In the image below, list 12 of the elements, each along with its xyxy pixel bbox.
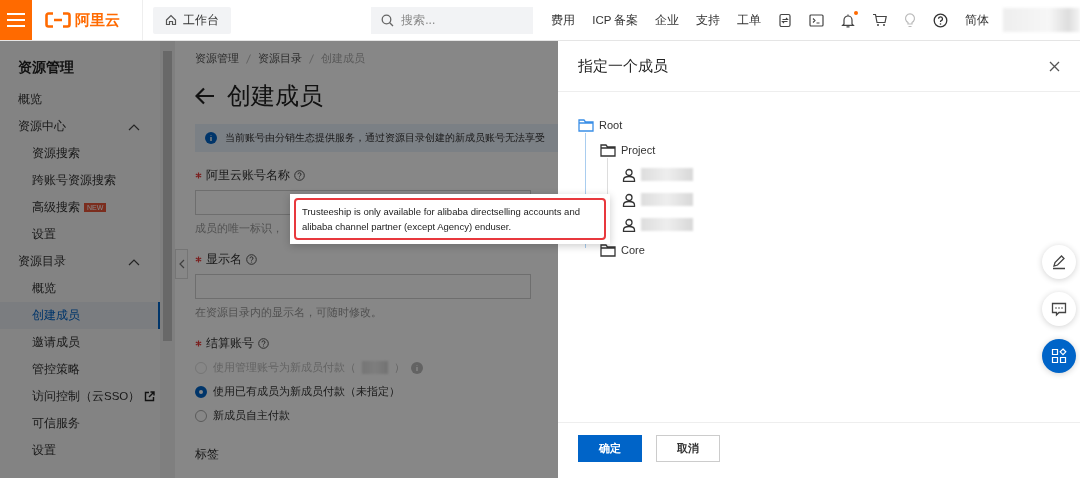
radio-label: 新成员自主付款 [213,408,290,423]
drawer-title: 指定一个成员 [578,56,668,76]
tooltip-text: Trusteeship is only available for alibaba directselling accounts and alibaba channel partner (except Agency) enduser. [302,205,581,234]
sidebar-title: 资源管理 [17,59,75,77]
radio-label: 使用已有成员为新成员付款（未指定） [213,384,400,399]
section-label: 标签 [195,447,220,462]
field-label: 结算账号 [206,336,254,351]
field-label: 阿里云账号名称 [206,168,290,183]
field-label: 显示名 [206,252,242,267]
radio-label: ） [394,360,405,375]
notice-text: 当前账号由分销生态提供服务，通过资源目录创建的新成员账号无法享受 [225,131,545,145]
page-title: 创建成员 [227,81,323,111]
